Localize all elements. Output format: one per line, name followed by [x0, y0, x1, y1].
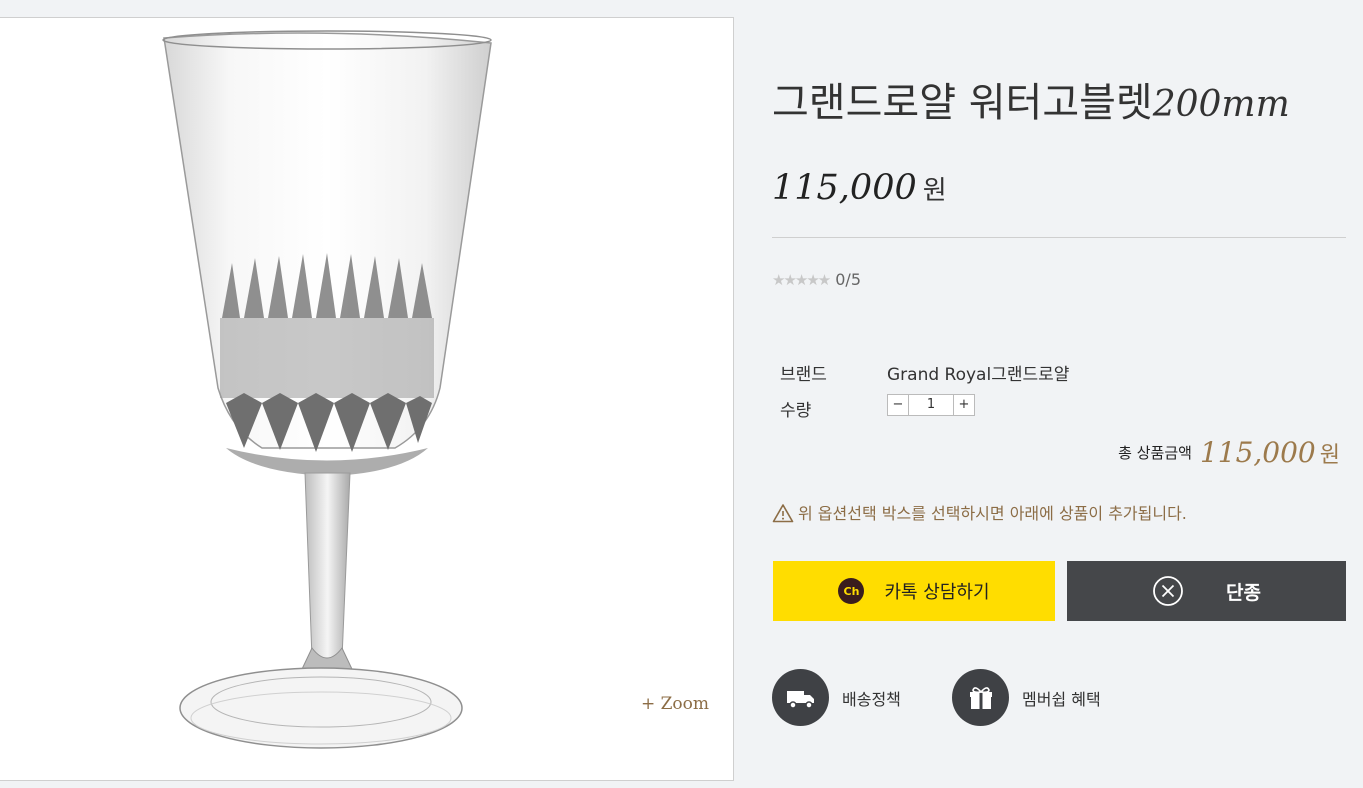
kakao-channel-icon: Ch — [838, 578, 865, 604]
total-label: 총 상품금액 — [1118, 444, 1192, 462]
brand-row: 브랜드 Grand Royal그랜드로얄 — [780, 360, 1069, 385]
brand-label: 브랜드 — [780, 365, 827, 385]
price-unit: 원 — [922, 176, 947, 206]
quantity-minus-button[interactable]: − — [888, 395, 909, 415]
product-title-text: 그랜드로얄 워터고블렛 — [772, 80, 1153, 126]
shipping-policy-link[interactable]: 배송정책 — [772, 669, 901, 726]
shipping-policy-label: 배송정책 — [842, 689, 901, 709]
gift-icon — [952, 669, 1009, 726]
product-title: 그랜드로얄 워터고블렛200mm — [772, 70, 1290, 128]
warning-icon — [772, 504, 794, 523]
price-value: 115,000 — [772, 168, 917, 208]
quantity-plus-button[interactable]: + — [953, 395, 974, 415]
rating-score: 0/5 — [835, 270, 861, 289]
kakao-consult-button[interactable]: Ch 카톡 상담하기 — [773, 561, 1055, 621]
quantity-label: 수량 — [780, 401, 812, 421]
price: 115,000 원 — [772, 168, 947, 208]
quantity-row: 수량 − 1 + — [780, 394, 975, 421]
total-unit: 원 — [1319, 442, 1340, 468]
goblet-image — [162, 30, 492, 749]
kakao-consult-label: 카톡 상담하기 — [884, 582, 990, 603]
divider — [772, 237, 1346, 238]
rating: ★★★★★ 0/5 — [772, 270, 861, 289]
notice-text: 위 옵션선택 박스를 선택하시면 아래에 상품이 추가됩니다. — [798, 504, 1187, 523]
brand-value: Grand Royal그랜드로얄 — [887, 365, 1070, 385]
membership-benefit-label: 멤버쉽 혜택 — [1022, 689, 1101, 709]
truck-icon — [772, 669, 829, 726]
quantity-stepper: − 1 + — [887, 394, 975, 416]
product-size: 200mm — [1152, 84, 1290, 125]
total-price: 총 상품금액 115,000 원 — [1118, 436, 1340, 469]
quantity-input[interactable]: 1 — [909, 395, 953, 415]
option-notice: 위 옵션선택 박스를 선택하시면 아래에 상품이 추가됩니다. — [772, 500, 1187, 524]
discontinued-label: 단종 — [1226, 581, 1261, 604]
total-amount: 115,000 — [1199, 436, 1316, 469]
zoom-link[interactable]: + Zoom — [641, 694, 709, 714]
membership-benefit-link[interactable]: 멤버쉽 혜택 — [952, 669, 1101, 726]
rating-stars-icon: ★★★★★ — [772, 271, 831, 289]
product-image-frame[interactable]: + Zoom — [0, 17, 734, 781]
close-circle-icon — [1153, 576, 1183, 606]
discontinued-button[interactable]: 단종 — [1067, 561, 1346, 621]
